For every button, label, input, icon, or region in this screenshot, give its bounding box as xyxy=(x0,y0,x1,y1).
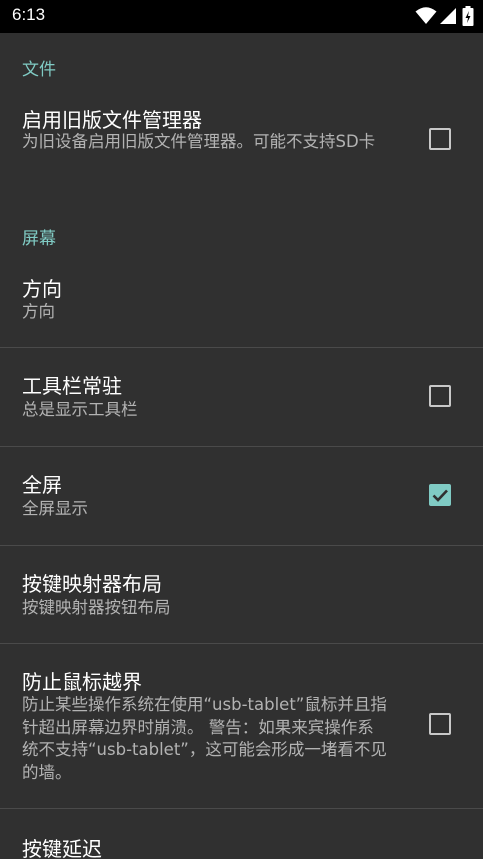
pref-summary: 防止某些操作系统在使用“usb-tablet”鼠标并且指针超出屏幕边界时崩溃。 … xyxy=(22,695,387,782)
pref-title: 按键延迟 xyxy=(22,837,102,859)
legacy-file-manager-checkbox[interactable] xyxy=(429,128,451,150)
check-icon xyxy=(432,489,448,502)
status-time: 6:13 xyxy=(12,5,46,24)
pref-key-delay[interactable]: 按键延迟 xyxy=(0,809,483,859)
category-files: 文件 xyxy=(22,60,56,80)
pref-summary: 方向 xyxy=(22,302,55,321)
pref-title: 全屏 xyxy=(22,473,62,497)
pref-orientation[interactable]: 方向 方向 xyxy=(0,263,483,347)
pref-toolbar-always[interactable]: 工具栏常驻 总是显示工具栏 xyxy=(0,348,483,446)
pref-summary: 按键映射器按钮布局 xyxy=(22,598,171,617)
pref-title: 启用旧版文件管理器 xyxy=(22,108,202,132)
pref-summary: 为旧设备启用旧版文件管理器。可能不支持SD卡 xyxy=(22,132,376,151)
status-bar: 6:13 xyxy=(0,0,483,33)
prevent-mouse-out-checkbox[interactable] xyxy=(429,713,451,735)
cell-signal-icon xyxy=(440,8,456,24)
category-screen: 屏幕 xyxy=(22,229,56,249)
fullscreen-checkbox[interactable] xyxy=(429,484,451,506)
pref-title: 防止鼠标越界 xyxy=(22,670,142,694)
pref-fullscreen[interactable]: 全屏 全屏显示 xyxy=(0,447,483,545)
pref-title: 工具栏常驻 xyxy=(22,374,122,398)
pref-title: 方向 xyxy=(22,277,62,301)
battery-charging-icon xyxy=(462,6,474,26)
pref-prevent-mouse-out[interactable]: 防止鼠标越界 防止某些操作系统在使用“usb-tablet”鼠标并且指针超出屏幕… xyxy=(0,644,483,808)
pref-title: 按键映射器布局 xyxy=(22,572,162,596)
settings-list: 文件 启用旧版文件管理器 为旧设备启用旧版文件管理器。可能不支持SD卡 屏幕 方… xyxy=(0,33,483,859)
pref-summary: 全屏显示 xyxy=(22,499,88,518)
pref-legacy-file-manager[interactable]: 启用旧版文件管理器 为旧设备启用旧版文件管理器。可能不支持SD卡 xyxy=(0,95,483,198)
toolbar-always-checkbox[interactable] xyxy=(429,385,451,407)
wifi-icon xyxy=(415,7,437,24)
pref-summary: 总是显示工具栏 xyxy=(22,400,138,419)
pref-key-mapper-layout[interactable]: 按键映射器布局 按键映射器按钮布局 xyxy=(0,546,483,643)
